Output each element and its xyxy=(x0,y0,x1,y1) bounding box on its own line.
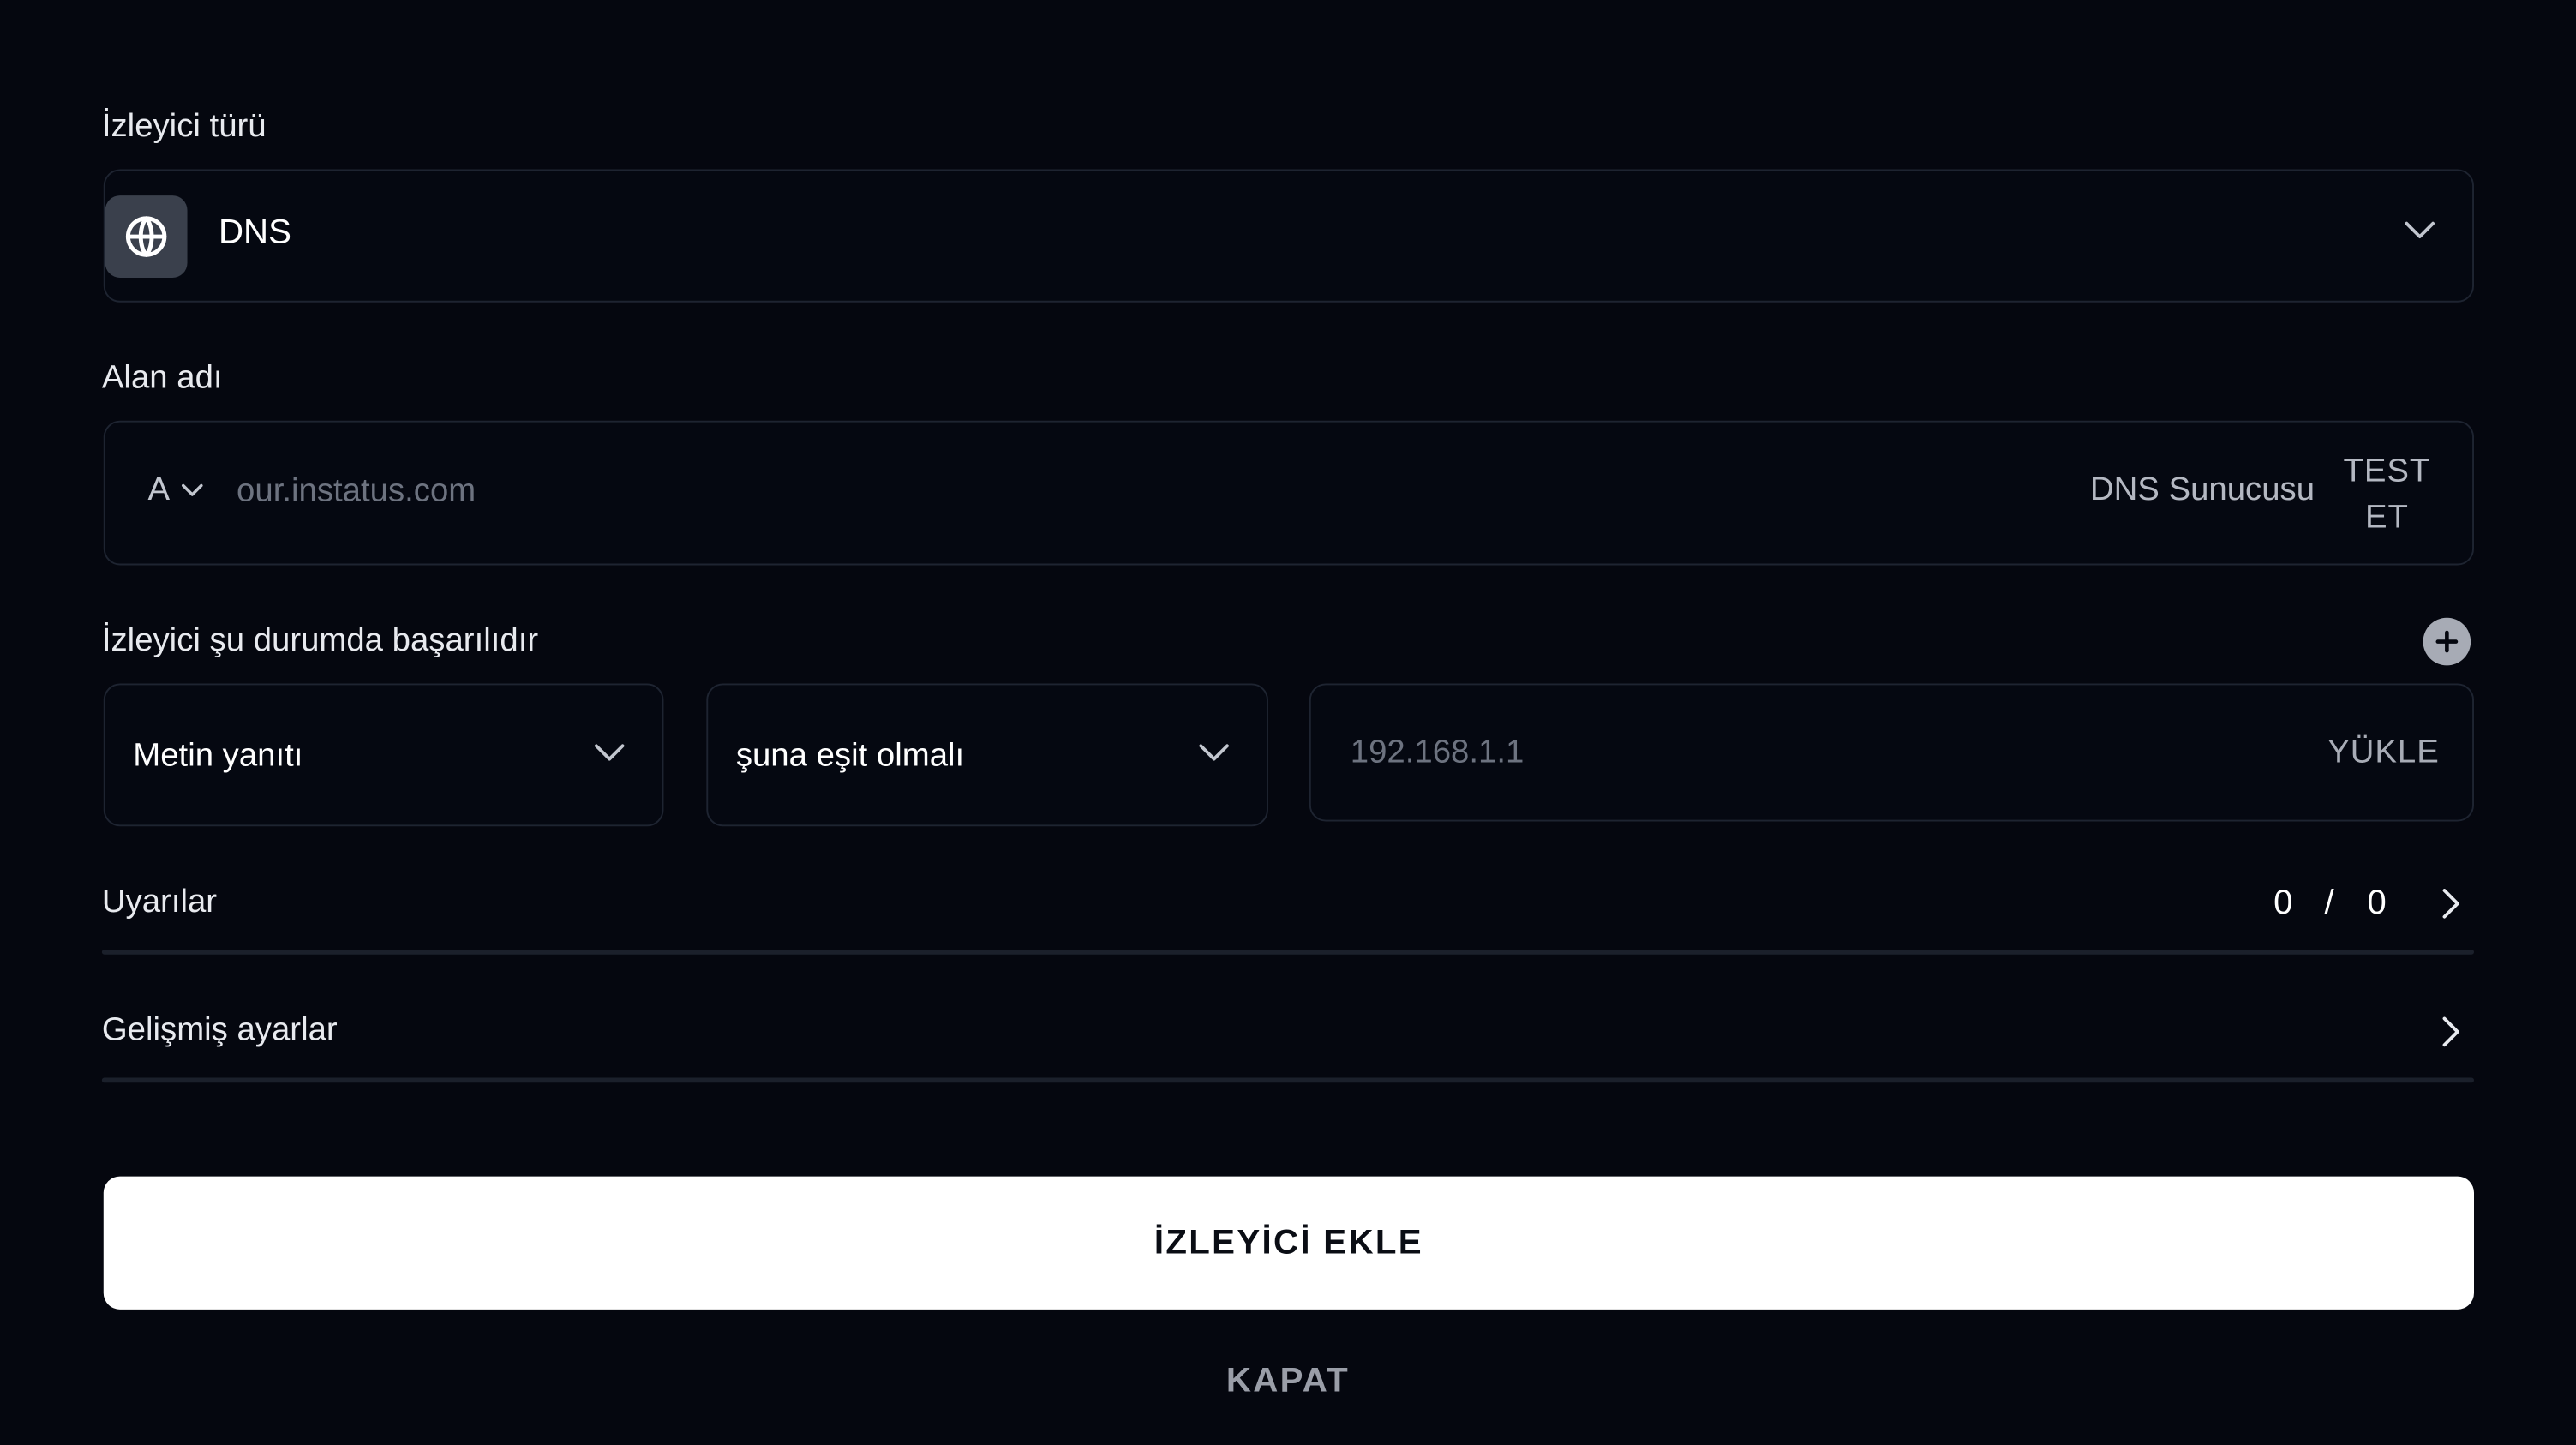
condition-field-value: Metin yanıtı xyxy=(133,737,303,774)
condition-value-input[interactable] xyxy=(1350,721,2139,784)
success-condition-label: İzleyici şu durumda başarılıdır xyxy=(101,622,539,659)
dns-server-button[interactable]: DNS Sunucusu xyxy=(2090,471,2315,509)
globe-icon xyxy=(105,195,188,278)
domain-field: A DNS Sunucusu TEST ET xyxy=(103,420,2475,566)
monitor-type-label: İzleyici türü xyxy=(101,108,267,145)
add-monitor-button[interactable]: İZLEYİCİ EKLE xyxy=(103,1176,2475,1310)
chevron-down-icon xyxy=(181,483,204,498)
divider xyxy=(101,950,2475,955)
domain-label: Alan adı xyxy=(101,359,223,396)
chevron-right-icon xyxy=(2440,1016,2463,1048)
advanced-settings-label: Gelişmiş ayarlar xyxy=(101,1011,338,1049)
chevron-right-icon xyxy=(2440,887,2463,920)
test-button-line2: ET xyxy=(2364,499,2409,536)
alerts-count-separator: / xyxy=(2324,884,2334,922)
alerts-label: Uyarılar xyxy=(101,884,218,920)
condition-operator-select[interactable]: şuna eşit olmalı xyxy=(706,683,1268,827)
test-button[interactable]: TEST ET xyxy=(2341,448,2433,540)
monitor-form: İzleyici türü DNS Alan adı A our.instatu… xyxy=(0,0,2576,1444)
alerts-active-count: 0 xyxy=(2273,884,2293,922)
chevron-down-icon xyxy=(2404,220,2436,240)
domain-input[interactable] xyxy=(237,458,1387,525)
record-type-value: A xyxy=(147,471,171,508)
condition-field-select[interactable]: Metin yanıtı xyxy=(103,683,664,827)
close-button[interactable]: KAPAT xyxy=(0,1362,2576,1401)
divider xyxy=(101,1077,2475,1083)
monitor-type-value: DNS xyxy=(218,213,291,252)
chevron-down-icon xyxy=(593,742,626,762)
plus-icon[interactable] xyxy=(2423,617,2471,666)
condition-value-field: YÜKLE xyxy=(1309,683,2475,822)
monitor-type-select[interactable]: DNS xyxy=(103,169,2475,303)
test-button-line1: TEST xyxy=(2343,453,2431,490)
chevron-down-icon xyxy=(1197,742,1230,762)
alerts-total-count: 0 xyxy=(2367,884,2387,922)
upload-button[interactable]: YÜKLE xyxy=(2327,734,2440,772)
condition-operator-value: şuna eşit olmalı xyxy=(735,737,965,774)
